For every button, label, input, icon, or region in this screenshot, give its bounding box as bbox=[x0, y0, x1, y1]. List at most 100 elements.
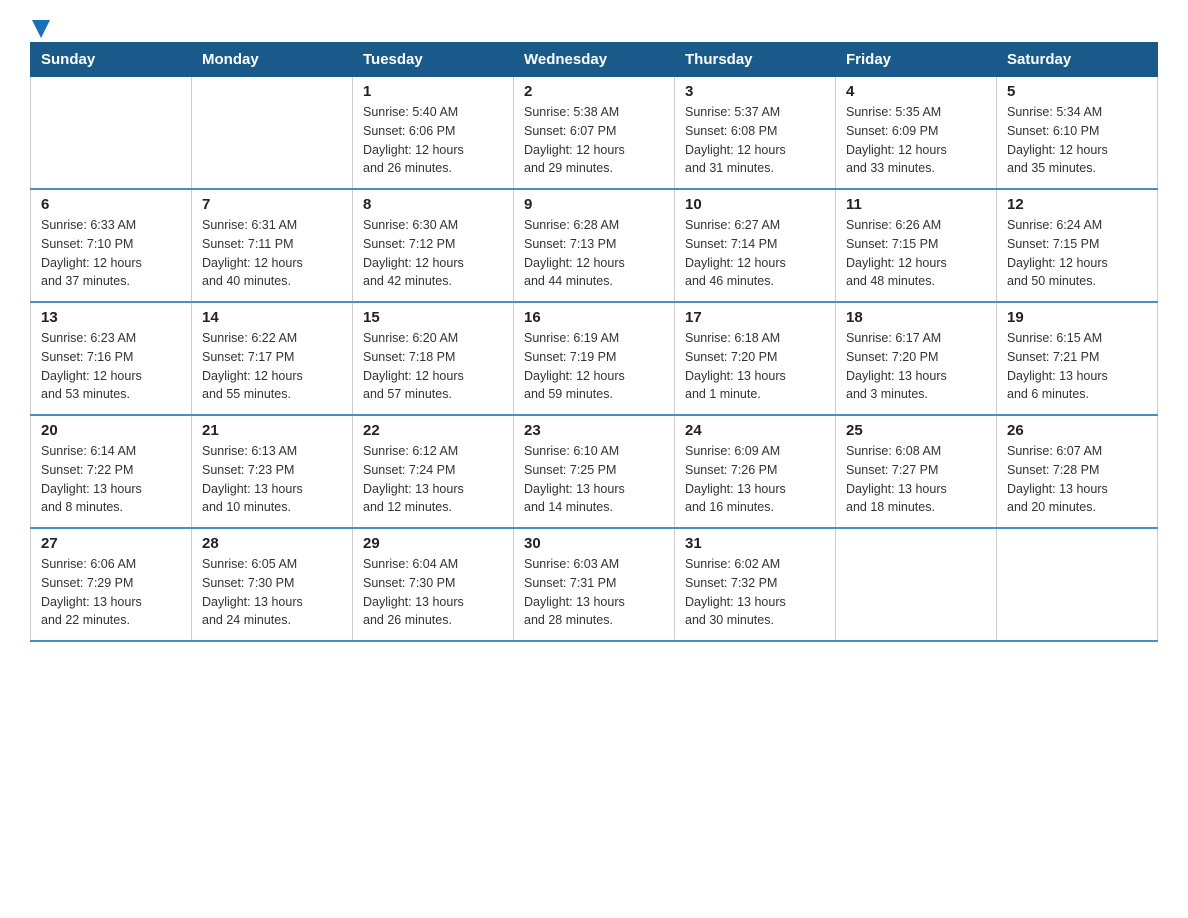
day-number: 26 bbox=[1007, 422, 1147, 439]
day-number: 31 bbox=[685, 535, 825, 552]
day-number: 14 bbox=[202, 309, 342, 326]
day-number: 24 bbox=[685, 422, 825, 439]
day-number: 13 bbox=[41, 309, 181, 326]
day-info: Sunrise: 6:33 AM Sunset: 7:10 PM Dayligh… bbox=[41, 216, 181, 291]
calendar-cell: 3 Sunrise: 5:37 AM Sunset: 6:08 PM Daylig… bbox=[675, 77, 836, 190]
calendar-cell: 1 Sunrise: 5:40 AM Sunset: 6:06 PM Daylig… bbox=[353, 77, 514, 190]
day-info: Sunrise: 6:15 AM Sunset: 7:21 PM Dayligh… bbox=[1007, 329, 1147, 404]
day-info: Sunrise: 5:35 AM Sunset: 6:09 PM Dayligh… bbox=[846, 103, 986, 178]
calendar-cell: 6 Sunrise: 6:33 AM Sunset: 7:10 PM Daylig… bbox=[31, 189, 192, 302]
weekday-header-wednesday: Wednesday bbox=[514, 43, 675, 77]
logo-triangle-icon bbox=[32, 20, 50, 38]
calendar-cell: 27 Sunrise: 6:06 AM Sunset: 7:29 PM Dayli… bbox=[31, 528, 192, 641]
calendar-table: SundayMondayTuesdayWednesdayThursdayFrid… bbox=[30, 42, 1158, 642]
day-number: 4 bbox=[846, 83, 986, 100]
calendar-cell: 17 Sunrise: 6:18 AM Sunset: 7:20 PM Dayli… bbox=[675, 302, 836, 415]
day-number: 27 bbox=[41, 535, 181, 552]
calendar-cell: 28Sunrise: 6:05 AM Sunset: 7:30 PM Dayli… bbox=[192, 528, 353, 641]
day-number: 16 bbox=[524, 309, 664, 326]
day-info: Sunrise: 6:24 AM Sunset: 7:15 PM Dayligh… bbox=[1007, 216, 1147, 291]
calendar-cell: 23 Sunrise: 6:10 AM Sunset: 7:25 PM Dayli… bbox=[514, 415, 675, 528]
day-number: 25 bbox=[846, 422, 986, 439]
calendar-cell: 24 Sunrise: 6:09 AM Sunset: 7:26 PM Dayli… bbox=[675, 415, 836, 528]
day-number: 12 bbox=[1007, 196, 1147, 213]
day-info: Sunrise: 5:40 AM Sunset: 6:06 PM Dayligh… bbox=[363, 103, 503, 178]
day-info: Sunrise: 6:14 AM Sunset: 7:22 PM Dayligh… bbox=[41, 442, 181, 517]
day-number: 30 bbox=[524, 535, 664, 552]
day-info: Sunrise: 6:19 AM Sunset: 7:19 PM Dayligh… bbox=[524, 329, 664, 404]
day-info: Sunrise: 6:18 AM Sunset: 7:20 PM Dayligh… bbox=[685, 329, 825, 404]
day-number: 28 bbox=[202, 535, 342, 552]
week-row-3: 13 Sunrise: 6:23 AM Sunset: 7:16 PM Dayli… bbox=[31, 302, 1158, 415]
calendar-cell: 5 Sunrise: 5:34 AM Sunset: 6:10 PM Daylig… bbox=[997, 77, 1158, 190]
day-number: 19 bbox=[1007, 309, 1147, 326]
day-number: 10 bbox=[685, 196, 825, 213]
day-info: Sunrise: 6:03 AM Sunset: 7:31 PM Dayligh… bbox=[524, 555, 664, 630]
day-info: Sunrise: 6:28 AM Sunset: 7:13 PM Dayligh… bbox=[524, 216, 664, 291]
calendar-cell: 22Sunrise: 6:12 AM Sunset: 7:24 PM Dayli… bbox=[353, 415, 514, 528]
weekday-header-monday: Monday bbox=[192, 43, 353, 77]
logo bbox=[30, 20, 50, 32]
day-info: Sunrise: 6:27 AM Sunset: 7:14 PM Dayligh… bbox=[685, 216, 825, 291]
calendar-cell bbox=[997, 528, 1158, 641]
day-info: Sunrise: 5:37 AM Sunset: 6:08 PM Dayligh… bbox=[685, 103, 825, 178]
day-number: 17 bbox=[685, 309, 825, 326]
weekday-header-saturday: Saturday bbox=[997, 43, 1158, 77]
calendar-cell: 11Sunrise: 6:26 AM Sunset: 7:15 PM Dayli… bbox=[836, 189, 997, 302]
day-number: 9 bbox=[524, 196, 664, 213]
day-info: Sunrise: 6:09 AM Sunset: 7:26 PM Dayligh… bbox=[685, 442, 825, 517]
calendar-cell: 21 Sunrise: 6:13 AM Sunset: 7:23 PM Dayli… bbox=[192, 415, 353, 528]
day-number: 8 bbox=[363, 196, 503, 213]
day-number: 20 bbox=[41, 422, 181, 439]
day-number: 23 bbox=[524, 422, 664, 439]
day-number: 5 bbox=[1007, 83, 1147, 100]
day-number: 29 bbox=[363, 535, 503, 552]
calendar-header: SundayMondayTuesdayWednesdayThursdayFrid… bbox=[31, 43, 1158, 77]
day-info: Sunrise: 6:31 AM Sunset: 7:11 PM Dayligh… bbox=[202, 216, 342, 291]
day-number: 6 bbox=[41, 196, 181, 213]
day-number: 3 bbox=[685, 83, 825, 100]
page-header bbox=[30, 20, 1158, 32]
day-info: Sunrise: 6:23 AM Sunset: 7:16 PM Dayligh… bbox=[41, 329, 181, 404]
day-number: 21 bbox=[202, 422, 342, 439]
week-row-5: 27 Sunrise: 6:06 AM Sunset: 7:29 PM Dayli… bbox=[31, 528, 1158, 641]
day-info: Sunrise: 6:13 AM Sunset: 7:23 PM Dayligh… bbox=[202, 442, 342, 517]
calendar-cell: 7 Sunrise: 6:31 AM Sunset: 7:11 PM Daylig… bbox=[192, 189, 353, 302]
weekday-header-thursday: Thursday bbox=[675, 43, 836, 77]
day-info: Sunrise: 6:20 AM Sunset: 7:18 PM Dayligh… bbox=[363, 329, 503, 404]
day-number: 1 bbox=[363, 83, 503, 100]
week-row-1: 1 Sunrise: 5:40 AM Sunset: 6:06 PM Daylig… bbox=[31, 77, 1158, 190]
calendar-cell: 19 Sunrise: 6:15 AM Sunset: 7:21 PM Dayli… bbox=[997, 302, 1158, 415]
calendar-cell: 25 Sunrise: 6:08 AM Sunset: 7:27 PM Dayli… bbox=[836, 415, 997, 528]
day-info: Sunrise: 6:08 AM Sunset: 7:27 PM Dayligh… bbox=[846, 442, 986, 517]
calendar-cell: 15 Sunrise: 6:20 AM Sunset: 7:18 PM Dayli… bbox=[353, 302, 514, 415]
day-info: Sunrise: 6:04 AM Sunset: 7:30 PM Dayligh… bbox=[363, 555, 503, 630]
calendar-cell: 9 Sunrise: 6:28 AM Sunset: 7:13 PM Daylig… bbox=[514, 189, 675, 302]
day-number: 7 bbox=[202, 196, 342, 213]
day-info: Sunrise: 6:12 AM Sunset: 7:24 PM Dayligh… bbox=[363, 442, 503, 517]
week-row-2: 6 Sunrise: 6:33 AM Sunset: 7:10 PM Daylig… bbox=[31, 189, 1158, 302]
calendar-cell: 12 Sunrise: 6:24 AM Sunset: 7:15 PM Dayli… bbox=[997, 189, 1158, 302]
weekday-header-sunday: Sunday bbox=[31, 43, 192, 77]
calendar-body: 1 Sunrise: 5:40 AM Sunset: 6:06 PM Daylig… bbox=[31, 77, 1158, 642]
calendar-cell: 20 Sunrise: 6:14 AM Sunset: 7:22 PM Dayli… bbox=[31, 415, 192, 528]
calendar-cell: 29 Sunrise: 6:04 AM Sunset: 7:30 PM Dayli… bbox=[353, 528, 514, 641]
weekday-row: SundayMondayTuesdayWednesdayThursdayFrid… bbox=[31, 43, 1158, 77]
day-info: Sunrise: 6:10 AM Sunset: 7:25 PM Dayligh… bbox=[524, 442, 664, 517]
day-info: Sunrise: 6:06 AM Sunset: 7:29 PM Dayligh… bbox=[41, 555, 181, 630]
calendar-cell bbox=[192, 77, 353, 190]
day-number: 2 bbox=[524, 83, 664, 100]
calendar-cell bbox=[836, 528, 997, 641]
calendar-cell: 14Sunrise: 6:22 AM Sunset: 7:17 PM Dayli… bbox=[192, 302, 353, 415]
weekday-header-tuesday: Tuesday bbox=[353, 43, 514, 77]
calendar-cell bbox=[31, 77, 192, 190]
day-info: Sunrise: 6:02 AM Sunset: 7:32 PM Dayligh… bbox=[685, 555, 825, 630]
day-number: 11 bbox=[846, 196, 986, 213]
day-info: Sunrise: 5:34 AM Sunset: 6:10 PM Dayligh… bbox=[1007, 103, 1147, 178]
day-info: Sunrise: 6:30 AM Sunset: 7:12 PM Dayligh… bbox=[363, 216, 503, 291]
calendar-cell: 2Sunrise: 5:38 AM Sunset: 6:07 PM Daylig… bbox=[514, 77, 675, 190]
day-number: 15 bbox=[363, 309, 503, 326]
weekday-header-friday: Friday bbox=[836, 43, 997, 77]
calendar-cell: 26Sunrise: 6:07 AM Sunset: 7:28 PM Dayli… bbox=[997, 415, 1158, 528]
calendar-cell: 31 Sunrise: 6:02 AM Sunset: 7:32 PM Dayli… bbox=[675, 528, 836, 641]
